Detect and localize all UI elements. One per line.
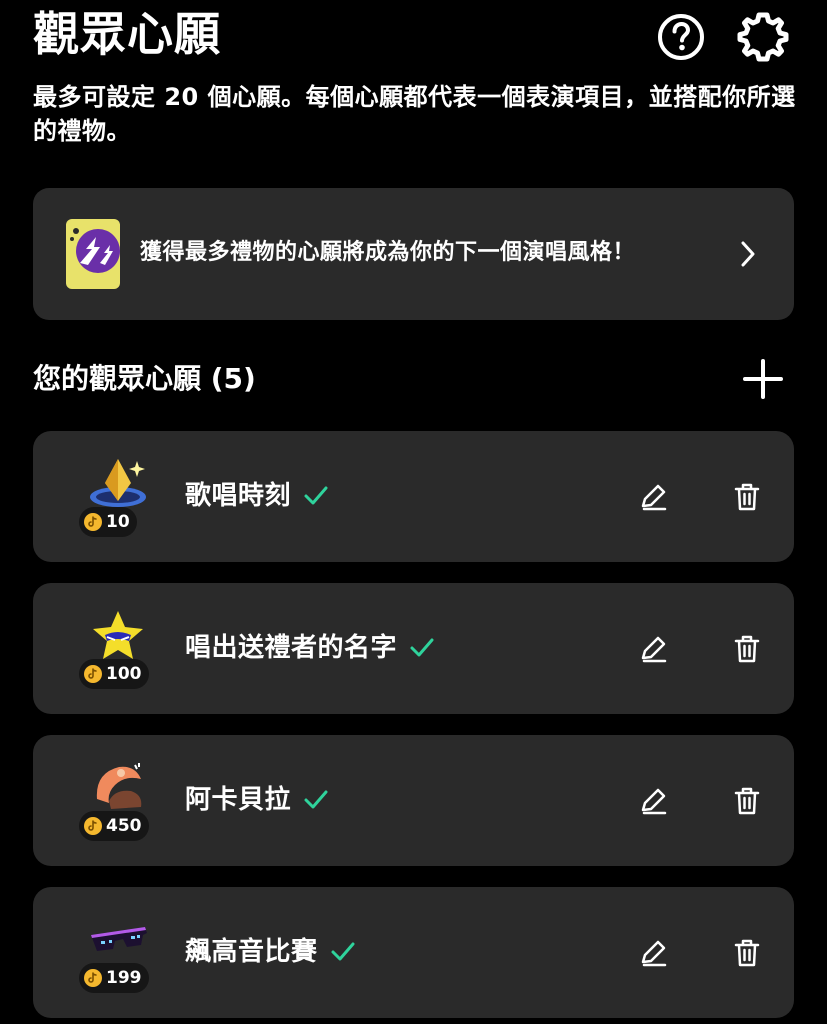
coin-amount: 100 — [106, 664, 142, 684]
coin-amount: 450 — [106, 816, 142, 836]
trash-icon — [734, 787, 760, 815]
trash-icon — [734, 635, 760, 663]
coin-badge: 10 — [79, 507, 137, 537]
coin-badge: 199 — [79, 963, 149, 993]
delete-button[interactable] — [725, 931, 769, 975]
check-icon — [409, 637, 435, 659]
hat-gift-icon — [96, 763, 142, 809]
banner-text: 獲得最多禮物的心願將成為你的下一個演唱風格！ — [140, 240, 636, 265]
delete-button[interactable] — [725, 779, 769, 823]
coin-icon — [84, 513, 102, 531]
yellow-star-gift-icon — [93, 611, 143, 659]
gift-icon: 100 — [79, 607, 159, 689]
gift-icon: 450 — [79, 759, 159, 841]
delete-button[interactable] — [725, 627, 769, 671]
wish-card[interactable]: 10 歌唱時刻 — [33, 431, 794, 562]
pencil-icon — [641, 788, 667, 815]
gift-icon: 199 — [79, 911, 159, 993]
gold-crystal-gift-icon — [90, 459, 146, 507]
pencil-icon — [641, 636, 667, 663]
style-banner[interactable]: 獲得最多禮物的心願將成為你的下一個演唱風格！ — [33, 188, 794, 320]
wish-name: 飆高音比賽 — [185, 937, 318, 967]
chevron-right-icon — [733, 236, 763, 272]
settings-button[interactable] — [735, 9, 791, 65]
trash-icon — [734, 939, 760, 967]
add-wish-button[interactable] — [737, 353, 789, 405]
pencil-icon — [641, 940, 667, 967]
pencil-icon — [641, 484, 667, 511]
wish-name-row: 飆高音比賽 — [185, 933, 356, 971]
page-title: 觀眾心願 — [33, 7, 221, 61]
edit-button[interactable] — [631, 931, 675, 975]
wish-name-row: 阿卡貝拉 — [185, 781, 329, 819]
header: 觀眾心願 — [0, 0, 827, 70]
pixel-sunglasses-gift-icon — [91, 927, 147, 951]
coin-amount: 199 — [106, 968, 142, 988]
audience-wishes-page: 觀眾心願 最多可設定 20 個心願。每個心願都代表一個表演項目，並搭配你所選的禮… — [0, 0, 827, 1024]
edit-button[interactable] — [631, 627, 675, 671]
wish-card[interactable]: 450 阿卡貝拉 — [33, 735, 794, 866]
wish-name: 歌唱時刻 — [185, 481, 292, 511]
wish-name-row: 唱出送禮者的名字 — [185, 629, 435, 667]
coin-badge: 100 — [79, 659, 149, 689]
wish-name-row: 歌唱時刻 — [185, 477, 329, 515]
wish-name: 阿卡貝拉 — [185, 785, 292, 815]
question-circle-icon — [658, 14, 704, 60]
coin-icon — [84, 665, 102, 683]
coin-icon — [84, 969, 102, 987]
wish-card[interactable]: 199 飆高音比賽 — [33, 887, 794, 1018]
gear-icon — [737, 12, 789, 62]
check-icon — [330, 941, 356, 963]
delete-button[interactable] — [725, 475, 769, 519]
trash-icon — [734, 483, 760, 511]
wish-card[interactable]: 100 唱出送禮者的名字 — [33, 583, 794, 714]
banner-thumbnail — [66, 219, 120, 289]
coin-amount: 10 — [106, 512, 130, 532]
gift-icon: 10 — [79, 455, 159, 537]
help-button[interactable] — [655, 11, 707, 63]
check-icon — [303, 485, 329, 507]
edit-button[interactable] — [631, 475, 675, 519]
coin-badge: 450 — [79, 811, 149, 841]
section-title: 您的觀眾心願 (5) — [33, 362, 256, 395]
edit-button[interactable] — [631, 779, 675, 823]
description-text: 最多可設定 20 個心願。每個心願都代表一個表演項目，並搭配你所選的禮物。 — [33, 83, 796, 145]
plus-icon — [743, 359, 783, 399]
wish-name: 唱出送禮者的名字 — [185, 633, 398, 663]
coin-icon — [84, 817, 102, 835]
check-icon — [303, 789, 329, 811]
